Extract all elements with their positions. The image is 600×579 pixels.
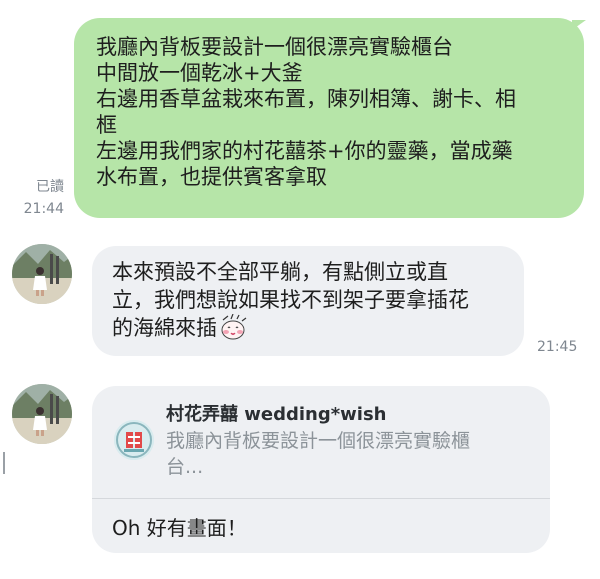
quoted-preview: 我廳內背板要設計一個很漂亮實驗櫃 台... bbox=[166, 428, 546, 480]
avatar-photo-icon bbox=[12, 244, 72, 304]
logo-icon bbox=[114, 420, 154, 460]
quoted-sender-name: 村花弄囍 wedding*wish bbox=[166, 404, 387, 425]
reply-message-bubble[interactable]: 村花弄囍 wedding*wish 我廳內背板要設計一個很漂亮實驗櫃 台... … bbox=[92, 386, 550, 553]
quoted-preview-line: 台... bbox=[166, 456, 204, 478]
message-line: 框 bbox=[96, 113, 117, 137]
reply-divider bbox=[92, 498, 550, 499]
message-line: 立，我們想說如果找不到架子要拿插花 bbox=[112, 288, 469, 312]
reply-message-text: Oh 好有畫面！ bbox=[112, 516, 247, 540]
received-timestamp: 21:45 bbox=[537, 339, 578, 355]
read-receipt: 已讀 bbox=[36, 179, 64, 195]
received-message-bubble[interactable]: 本來預設不全部平躺，有點側立或直 立，我們想說如果找不到架子要拿插花 的海綿來插 bbox=[92, 246, 524, 356]
scroll-indicator bbox=[3, 452, 5, 474]
message-line: 我廳內背板要設計一個很漂亮實驗櫃台 bbox=[96, 35, 453, 59]
message-line: 左邊用我們家的村花囍茶+你的靈藥，當成藥 bbox=[96, 139, 513, 163]
quoted-preview-line: 我廳內背板要設計一個很漂亮實驗櫃 bbox=[166, 430, 471, 452]
chat-window: 已讀 21:44 我廳內背板要設計一個很漂亮實驗櫃台 中間放一個乾冰+大釜 右邊… bbox=[0, 0, 600, 579]
message-line: 水布置，也提供賓客拿取 bbox=[96, 165, 327, 189]
message-line: 中間放一個乾冰+大釜 bbox=[96, 61, 303, 85]
blushing-face-sticker-icon bbox=[221, 314, 247, 340]
avatar-photo-icon bbox=[12, 384, 72, 444]
contact-avatar[interactable] bbox=[12, 244, 72, 304]
message-line-text: 的海綿來插 bbox=[112, 316, 217, 340]
message-line: 右邊用香草盆栽來布置，陳列相簿、謝卡、相 bbox=[96, 87, 516, 111]
quoted-sender-avatar bbox=[114, 420, 154, 460]
message-line: 本來預設不全部平躺，有點側立或直 bbox=[112, 260, 448, 284]
contact-avatar[interactable] bbox=[12, 384, 72, 444]
sent-message-bubble[interactable]: 我廳內背板要設計一個很漂亮實驗櫃台 中間放一個乾冰+大釜 右邊用香草盆栽來布置，… bbox=[74, 18, 584, 218]
message-line: 的海綿來插 bbox=[112, 314, 506, 342]
sent-timestamp: 21:44 bbox=[23, 201, 64, 217]
quoted-message[interactable]: 村花弄囍 wedding*wish 我廳內背板要設計一個很漂亮實驗櫃 台... bbox=[106, 398, 550, 492]
